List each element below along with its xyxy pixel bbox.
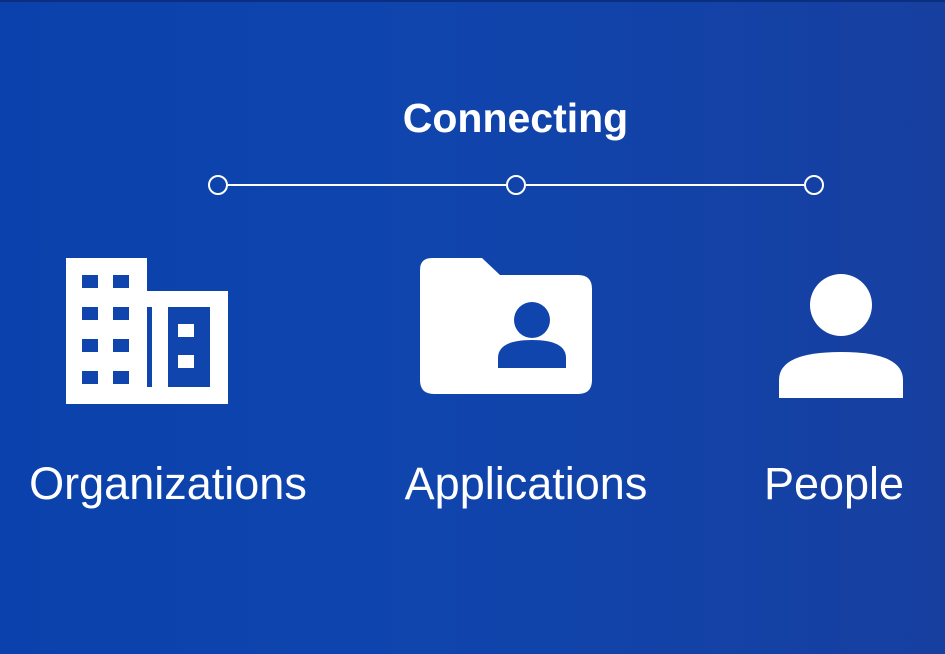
label-organizations: Organizations xyxy=(29,458,307,509)
folder-shared-icon xyxy=(420,258,592,394)
connector-node-2 xyxy=(506,175,526,195)
label-people: People xyxy=(763,458,905,509)
connector-node-1 xyxy=(208,175,228,195)
label-applications: Applications xyxy=(404,458,648,509)
person-icon xyxy=(779,274,903,398)
building-icon xyxy=(66,258,228,404)
slide: Connecting Organizations Applications Pe… xyxy=(0,0,945,654)
connector-node-3 xyxy=(804,175,824,195)
